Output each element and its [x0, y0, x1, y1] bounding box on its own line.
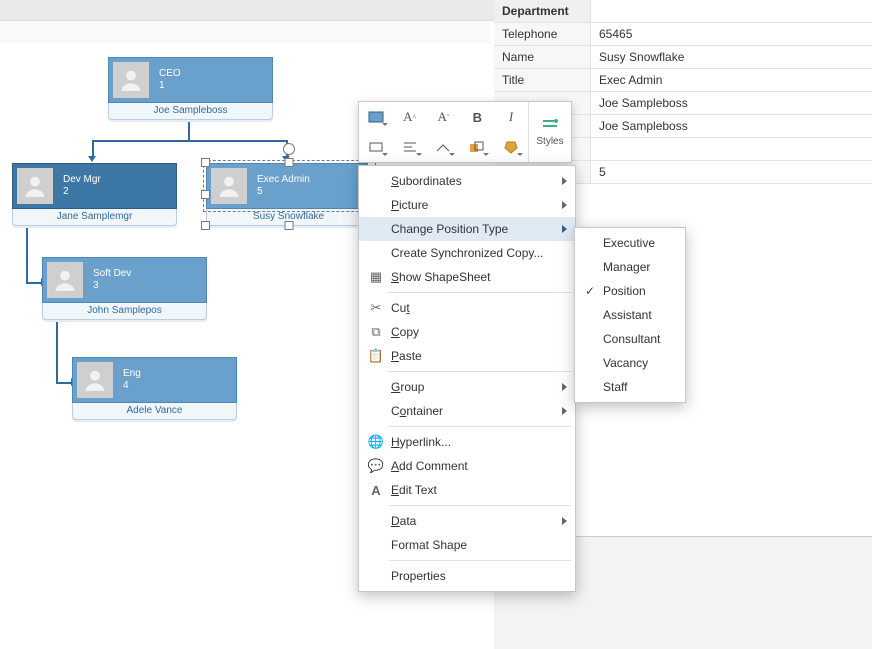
scissors-icon: ✂	[365, 300, 387, 316]
align-icon[interactable]	[397, 135, 423, 159]
resize-handle[interactable]	[201, 221, 210, 230]
org-node-ceo[interactable]: CEO1 Joe Sampleboss	[108, 57, 273, 120]
separator	[389, 426, 571, 427]
font-increase-icon[interactable]: A^	[397, 105, 423, 129]
menu-picture[interactable]: Picture	[359, 193, 575, 217]
rotate-handle-icon[interactable]	[283, 143, 295, 155]
menu-data[interactable]: Data	[359, 509, 575, 533]
separator	[389, 505, 571, 506]
menu-hyperlink[interactable]: 🌐Hyperlink...	[359, 430, 575, 454]
org-node-softdev[interactable]: Soft Dev3 John Samplepos	[42, 257, 207, 320]
field-value[interactable]: 5	[591, 165, 872, 179]
submenu-position[interactable]: ✓Position	[575, 279, 685, 303]
node-title: Eng	[123, 368, 141, 380]
submenu-executive[interactable]: Executive	[575, 231, 685, 255]
separator	[389, 371, 571, 372]
menu-group[interactable]: Group	[359, 375, 575, 399]
node-num: 1	[159, 80, 181, 92]
text-icon: A	[365, 483, 387, 498]
check-icon: ✓	[581, 284, 599, 298]
avatar	[17, 168, 53, 204]
connector	[188, 120, 190, 140]
separator	[389, 292, 571, 293]
clipboard-icon: 📋	[365, 348, 387, 364]
org-node-devmgr[interactable]: Dev Mgr2 Jane Samplemgr	[12, 163, 177, 226]
submenu-manager[interactable]: Manager	[575, 255, 685, 279]
node-name: Jane Samplemgr	[12, 209, 177, 226]
italic-icon[interactable]: I	[498, 105, 524, 129]
org-node-eng[interactable]: Eng4 Adele Vance	[72, 357, 237, 420]
menu-properties[interactable]: Properties	[359, 564, 575, 588]
styles-label: Styles	[536, 136, 563, 147]
node-num: 2	[63, 186, 101, 198]
field-value[interactable]: Joe Sampleboss	[591, 96, 872, 110]
node-name: John Samplepos	[42, 303, 207, 320]
field-value[interactable]: 65465	[591, 27, 872, 41]
connector	[56, 322, 58, 382]
fill-icon[interactable]	[498, 135, 524, 159]
context-menu: Subordinates Picture Change Position Typ…	[358, 165, 576, 592]
field-value[interactable]: Joe Sampleboss	[591, 119, 872, 133]
font-decrease-icon[interactable]: Aˇ	[430, 105, 456, 129]
field-value[interactable]: Exec Admin	[591, 73, 872, 87]
resize-handle[interactable]	[284, 221, 293, 230]
styles-gallery[interactable]: Styles	[528, 102, 571, 162]
node-name: Adele Vance	[72, 403, 237, 420]
node-title: Dev Mgr	[63, 174, 101, 186]
menu-copy[interactable]: ⧉Copy	[359, 320, 575, 344]
menu-subordinates[interactable]: Subordinates	[359, 169, 575, 193]
avatar	[77, 362, 113, 398]
field-label: Name	[494, 46, 591, 68]
menu-container[interactable]: Container	[359, 399, 575, 423]
connector	[26, 228, 28, 283]
menu-edit-text[interactable]: AEdit Text	[359, 478, 575, 502]
field-value[interactable]: Susy Snowflake	[591, 50, 872, 64]
submenu-assistant[interactable]: Assistant	[575, 303, 685, 327]
resize-handle[interactable]	[201, 158, 210, 167]
avatar	[113, 62, 149, 98]
submenu-consultant[interactable]: Consultant	[575, 327, 685, 351]
submenu-staff[interactable]: Staff	[575, 375, 685, 399]
comment-icon: 💬	[365, 458, 387, 474]
menu-create-synchronized-copy[interactable]: Create Synchronized Copy...	[359, 241, 575, 265]
node-title: Exec Admin	[257, 174, 310, 186]
arrange-icon[interactable]	[464, 135, 490, 159]
field-label: Telephone	[494, 23, 591, 45]
menu-cut[interactable]: ✂Cut	[359, 296, 575, 320]
copy-icon: ⧉	[365, 324, 387, 340]
grid-icon: ▦	[365, 269, 387, 285]
field-label: Department	[494, 0, 591, 22]
node-title: CEO	[159, 68, 181, 80]
node-name: Joe Sampleboss	[108, 103, 273, 120]
shape-style-icon[interactable]	[363, 105, 389, 129]
field-label: Title	[494, 69, 591, 91]
node-num: 3	[93, 280, 131, 292]
avatar	[47, 262, 83, 298]
menu-add-comment[interactable]: 💬Add Comment	[359, 454, 575, 478]
node-num: 4	[123, 380, 141, 392]
connector	[92, 140, 288, 142]
menu-show-shapesheet[interactable]: ▦Show ShapeSheet	[359, 265, 575, 289]
arrowhead-icon	[88, 156, 96, 162]
menu-change-position-type[interactable]: Change Position Type	[359, 217, 575, 241]
line-style-icon[interactable]	[363, 135, 389, 159]
resize-handle[interactable]	[201, 190, 210, 199]
resize-handle[interactable]	[284, 158, 293, 167]
separator	[389, 560, 571, 561]
canvas-ruler-area	[0, 21, 490, 43]
mini-toolbar: A^ Aˇ B I Styles	[358, 101, 572, 163]
position-type-submenu: Executive Manager ✓Position Assistant Co…	[574, 227, 686, 403]
node-num: 5	[257, 186, 310, 198]
node-title: Soft Dev	[93, 268, 131, 280]
globe-icon: 🌐	[365, 434, 387, 450]
bold-icon[interactable]: B	[464, 105, 490, 129]
submenu-vacancy[interactable]: Vacancy	[575, 351, 685, 375]
avatar	[211, 168, 247, 204]
connector-icon[interactable]	[430, 135, 456, 159]
menu-paste[interactable]: 📋Paste	[359, 344, 575, 368]
menu-format-shape[interactable]: Format Shape	[359, 533, 575, 557]
org-node-execadmin[interactable]: Exec Admin5 Susy Snowflake	[206, 163, 371, 226]
